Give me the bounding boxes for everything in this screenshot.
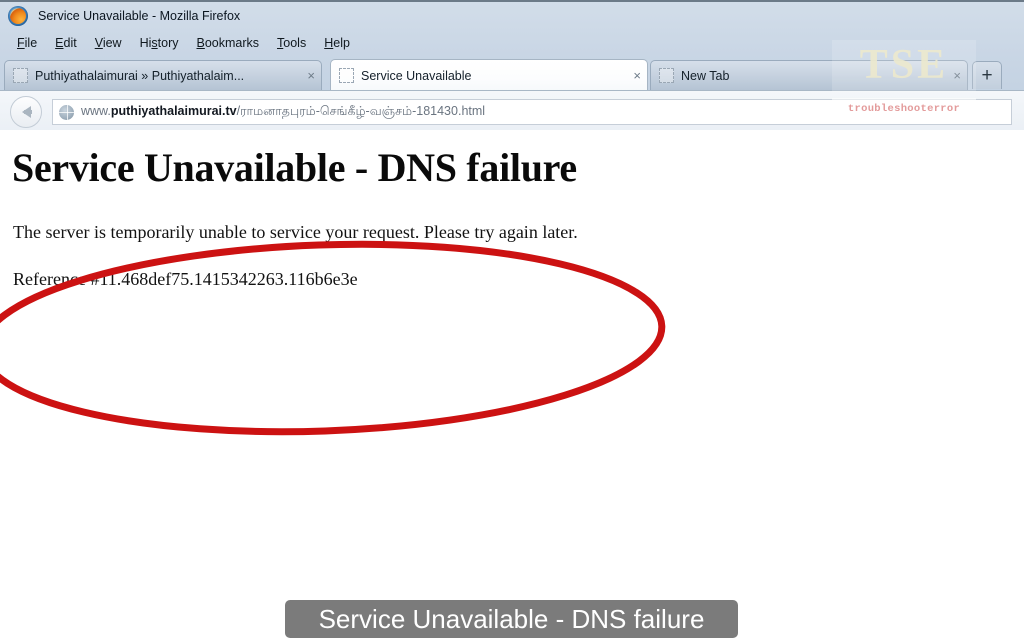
firefox-logo-icon (8, 6, 28, 26)
tab-label: Puthiyathalaimurai » Puthiyathalaim... (35, 68, 245, 83)
tab-label: New Tab (681, 68, 730, 83)
caption-text: Service Unavailable - DNS failure (318, 603, 705, 634)
menu-item-history[interactable]: History (131, 34, 188, 52)
menu-item-tools[interactable]: Tools (268, 34, 315, 52)
url-path: /ராமனாதபுரம்-செங்கீழ்-வஞ்சம்-181430.html (236, 104, 486, 118)
browser-window: Service Unavailable - Mozilla Firefox FF… (0, 0, 1024, 133)
back-arrow-icon (21, 106, 32, 118)
menu-item-edit[interactable]: Edit (46, 34, 86, 52)
tab-service-unavailable[interactable]: Service Unavailable × (330, 59, 648, 91)
page-content: Service Unavailable - DNS failure The se… (0, 130, 1024, 638)
menu-item-file[interactable]: FFileile (8, 34, 46, 52)
navigation-toolbar: www.puthiyathalaimurai.tv/ராமனாதபுரம்-செ… (0, 90, 1024, 133)
menu-item-view[interactable]: View (86, 34, 131, 52)
tab-favicon-placeholder-icon (659, 68, 674, 83)
tab-new-tab[interactable]: New Tab × (650, 60, 968, 90)
url-host: puthiyathalaimurai.tv (110, 104, 237, 118)
page-title: Service Unavailable - DNS failure (12, 145, 577, 190)
window-title: Service Unavailable - Mozilla Firefox (38, 9, 241, 23)
title-bar: Service Unavailable - Mozilla Firefox (0, 2, 1024, 30)
tab-favicon-placeholder-icon (13, 68, 28, 83)
red-highlight-ellipse (0, 240, 666, 436)
url-prefix: www. (81, 104, 111, 118)
menu-item-bookmarks[interactable]: Bookmarks (188, 34, 269, 52)
tab-favicon-placeholder-icon (339, 68, 354, 83)
error-description: The server is temporarily unable to serv… (13, 222, 578, 242)
tab-close-icon[interactable]: × (633, 69, 641, 82)
back-button[interactable] (10, 96, 42, 128)
address-bar-url: www.puthiyathalaimurai.tv/ராமனாதபுரம்-செ… (81, 104, 485, 120)
tab-strip: Puthiyathalaimurai » Puthiyathalaim... ×… (0, 58, 1024, 91)
globe-icon (59, 104, 74, 120)
caption-banner: Service Unavailable - DNS failure (285, 600, 738, 638)
address-bar[interactable]: www.puthiyathalaimurai.tv/ராமனாதபுரம்-செ… (52, 99, 1012, 125)
tab-close-icon[interactable]: × (307, 69, 315, 82)
tab-puthiyathalaimurai[interactable]: Puthiyathalaimurai » Puthiyathalaim... × (4, 60, 322, 90)
menu-bar: FFileile Edit View History Bookmarks Too… (0, 31, 1024, 55)
tab-close-icon[interactable]: × (953, 69, 961, 82)
error-reference-id: Reference #11.468def75.1415342263.116b6e… (13, 269, 358, 289)
menu-item-help[interactable]: Help (315, 34, 359, 52)
tab-label: Service Unavailable (361, 68, 472, 83)
new-tab-button[interactable]: + (972, 61, 1002, 89)
